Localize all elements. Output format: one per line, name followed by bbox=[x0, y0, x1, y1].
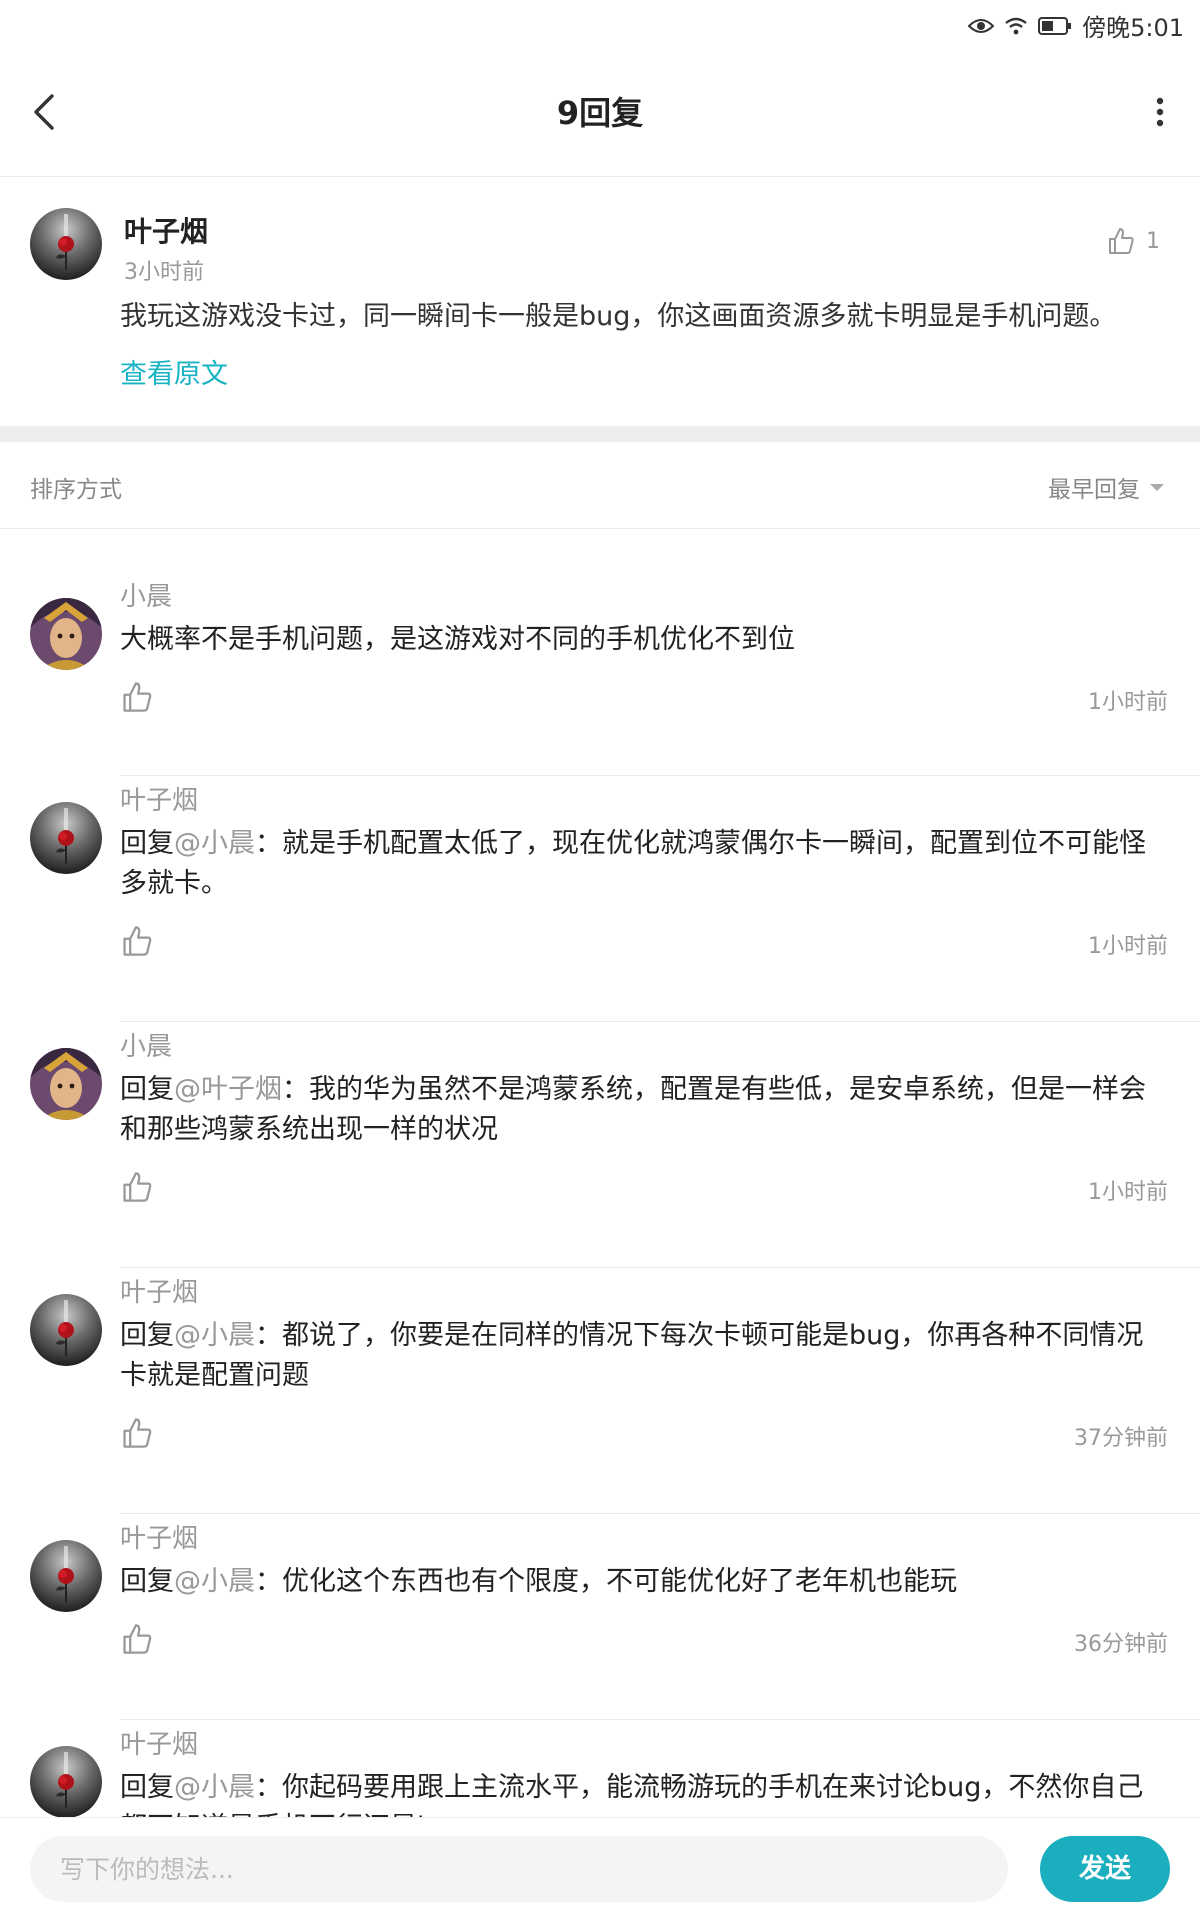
avatar[interactable] bbox=[30, 1048, 102, 1120]
reply-text: 回复@叶子烟：我的华为虽然不是鸿蒙系统，配置是有些低，是安卓系统，但是一样会和那… bbox=[120, 1070, 1160, 1150]
sort-bar: 排序方式 最早回复 bbox=[0, 442, 1200, 529]
page-title: 9回复 bbox=[556, 94, 644, 132]
reply-text: 大概率不是手机问题，是这游戏对不同的手机优化不到位 bbox=[120, 620, 1160, 660]
avatar[interactable] bbox=[30, 802, 102, 874]
reply-time: 36分钟前 bbox=[1074, 1632, 1168, 1657]
reply-item[interactable]: 叶子烟 回复@小晨：都说了，你要是在同样的情况下每次卡顿可能是bug，你再各种不… bbox=[0, 1268, 1200, 1514]
rose-avatar-icon bbox=[30, 1294, 102, 1366]
reply-time: 1小时前 bbox=[1088, 690, 1168, 715]
like-button[interactable]: 1 bbox=[1106, 226, 1160, 256]
reply-time: 37分钟前 bbox=[1074, 1426, 1168, 1451]
avatar[interactable] bbox=[30, 598, 102, 670]
status-bar: 傍晚5:01 bbox=[0, 0, 1200, 50]
anime-avatar-icon bbox=[30, 1048, 102, 1120]
reply-prefix: 回复 bbox=[120, 1772, 174, 1803]
status-icons: 傍晚5:01 bbox=[968, 8, 1184, 43]
reply-mention[interactable]: @小晨 bbox=[174, 1320, 255, 1351]
reply-prefix: 回复 bbox=[120, 1074, 174, 1105]
view-original-link[interactable]: 查看原文 bbox=[120, 352, 228, 391]
reply-body: ：就是手机配置太低了，现在优化就鸿蒙偶尔卡一瞬间，配置到位不可能怪多就卡。 bbox=[120, 828, 1146, 899]
reply-author[interactable]: 小晨 bbox=[120, 576, 172, 613]
reply-time: 1小时前 bbox=[1088, 1180, 1168, 1205]
wifi-icon bbox=[1004, 16, 1028, 36]
rose-avatar-icon bbox=[30, 1540, 102, 1612]
post-content: 我玩这游戏没卡过，同一瞬间卡一般是bug，你这画面资源多就卡明显是手机问题。 bbox=[120, 301, 1117, 332]
avatar[interactable] bbox=[30, 208, 102, 280]
more-vertical-icon bbox=[1156, 97, 1164, 127]
reply-body: ：都说了，你要是在同样的情况下每次卡顿可能是bug，你再各种不同情况卡就是配置问… bbox=[120, 1320, 1144, 1391]
reply-author[interactable]: 叶子烟 bbox=[120, 1518, 198, 1555]
thumbs-up-icon bbox=[1109, 228, 1134, 254]
sort-label: 排序方式 bbox=[30, 477, 122, 503]
reply-text: 回复@小晨：你起码要用跟上主流水平，能流畅游玩的手机在来讨论bug，不然你自己都… bbox=[120, 1768, 1160, 1818]
reply-author[interactable]: 叶子烟 bbox=[120, 1724, 198, 1761]
reply-mention[interactable]: @小晨 bbox=[174, 828, 255, 859]
section-divider bbox=[0, 426, 1200, 442]
reply-item[interactable]: 小晨 回复@叶子烟：我的华为虽然不是鸿蒙系统，配置是有些低，是安卓系统，但是一样… bbox=[0, 1022, 1200, 1268]
post-time: 3小时前 bbox=[124, 260, 204, 285]
rose-avatar-icon bbox=[30, 802, 102, 874]
reply-prefix: 回复 bbox=[120, 828, 174, 859]
reply-text: 回复@小晨：就是手机配置太低了，现在优化就鸿蒙偶尔卡一瞬间，配置到位不可能怪多就… bbox=[120, 824, 1160, 904]
thumbs-up-icon[interactable] bbox=[120, 1416, 154, 1450]
reply-item[interactable]: 小晨 大概率不是手机问题，是这游戏对不同的手机优化不到位 1小时前 bbox=[0, 572, 1200, 776]
sort-selected: 最早回复 bbox=[1048, 477, 1140, 503]
original-post: 叶子烟 3小时前 1 我玩这游戏没卡过，同一瞬间卡一般是bug，你这画面资源多就… bbox=[0, 176, 1200, 426]
caret-down-icon bbox=[1150, 484, 1164, 491]
reply-text: 回复@小晨：优化这个东西也有个限度，不可能优化好了老年机也能玩 bbox=[120, 1562, 1160, 1602]
reply-author[interactable]: 叶子烟 bbox=[120, 1272, 198, 1309]
reply-mention[interactable]: @小晨 bbox=[174, 1566, 255, 1597]
reply-body: ：优化这个东西也有个限度，不可能优化好了老年机也能玩 bbox=[255, 1566, 957, 1597]
avatar[interactable] bbox=[30, 1294, 102, 1366]
rose-avatar-icon bbox=[30, 208, 102, 280]
reply-body: 大概率不是手机问题，是这游戏对不同的手机优化不到位 bbox=[120, 624, 795, 655]
reply-text: 回复@小晨：都说了，你要是在同样的情况下每次卡顿可能是bug，你再各种不同情况卡… bbox=[120, 1316, 1160, 1396]
thumbs-up-icon[interactable] bbox=[120, 1622, 154, 1656]
thumbs-up-icon[interactable] bbox=[120, 1170, 154, 1204]
send-button[interactable]: 发送 bbox=[1040, 1836, 1170, 1902]
thumbs-up-icon[interactable] bbox=[120, 680, 154, 714]
reply-item[interactable]: 叶子烟 回复@小晨：优化这个东西也有个限度，不可能优化好了老年机也能玩 36分钟… bbox=[0, 1514, 1200, 1720]
anime-avatar-icon bbox=[30, 598, 102, 670]
clock-text: 傍晚5:01 bbox=[1082, 14, 1184, 42]
reply-prefix: 回复 bbox=[120, 1566, 174, 1597]
reply-mention[interactable]: @叶子烟 bbox=[174, 1074, 282, 1105]
avatar[interactable] bbox=[30, 1746, 102, 1818]
avatar[interactable] bbox=[30, 1540, 102, 1612]
reply-item[interactable]: 叶子烟 回复@小晨：就是手机配置太低了，现在优化就鸿蒙偶尔卡一瞬间，配置到位不可… bbox=[0, 776, 1200, 1022]
like-count: 1 bbox=[1146, 228, 1160, 254]
battery-icon bbox=[1038, 16, 1072, 35]
reply-author[interactable]: 小晨 bbox=[120, 1026, 172, 1063]
comment-input[interactable] bbox=[30, 1836, 1008, 1902]
header-bar: 9回复 bbox=[0, 50, 1200, 177]
sort-dropdown[interactable]: 最早回复 bbox=[1048, 470, 1166, 504]
reply-time: 1小时前 bbox=[1088, 934, 1168, 959]
rose-avatar-icon bbox=[30, 1746, 102, 1818]
reply-prefix: 回复 bbox=[120, 1320, 174, 1351]
thumbs-up-icon[interactable] bbox=[120, 924, 154, 958]
more-options-button[interactable] bbox=[1150, 92, 1170, 132]
reply-author[interactable]: 叶子烟 bbox=[120, 780, 198, 817]
eye-icon bbox=[968, 16, 995, 36]
comment-composer: 发送 bbox=[0, 1817, 1200, 1920]
reply-body: ：你起码要用跟上主流水平，能流畅游玩的手机在来讨论bug，不然你自己都不知道是手… bbox=[120, 1772, 1144, 1818]
author-name[interactable]: 叶子烟 bbox=[124, 210, 208, 250]
reply-mention[interactable]: @小晨 bbox=[174, 1772, 255, 1803]
